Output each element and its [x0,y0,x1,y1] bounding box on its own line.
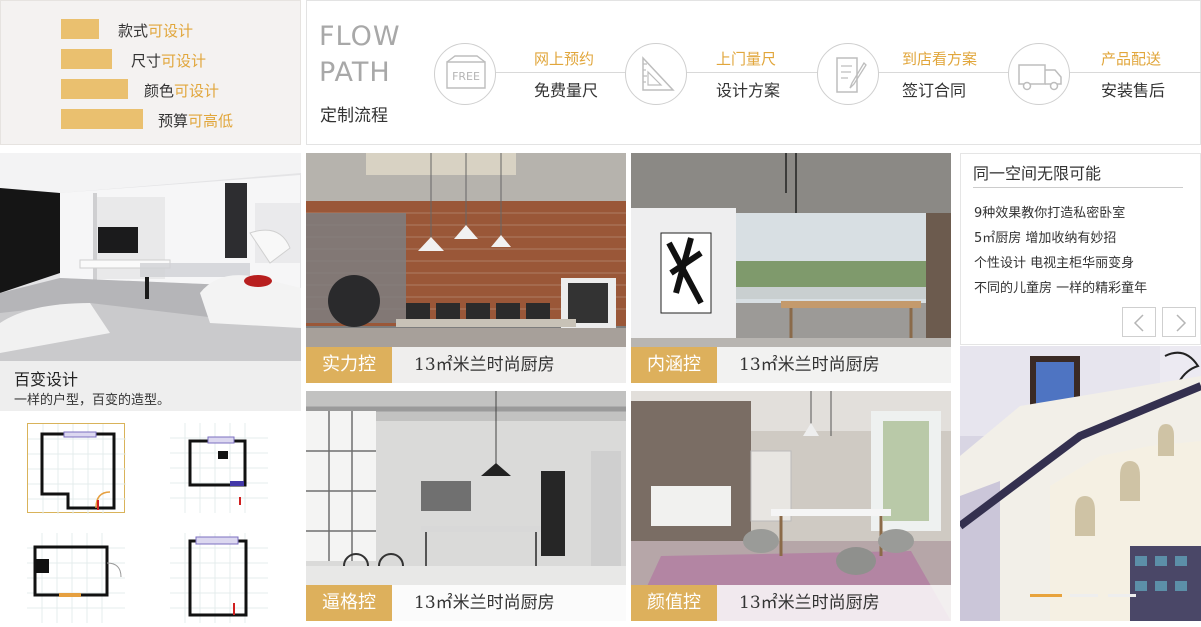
feature-label: 预算 [158,112,189,130]
article-link[interactable]: 9种效果教你打造私密卧室 [974,202,1125,221]
flow-step-3-top: 到店看方案 [902,50,978,68]
kitchen-tile-4[interactable]: 颜值控 13㎡米兰时尚厨房 [631,391,951,621]
carousel-dot-active[interactable] [1030,594,1062,597]
tile-title: 13㎡米兰时尚厨房 [739,355,880,375]
flow-title-line1: FLOW [319,21,401,52]
tile-tag: 实力控 [306,347,392,383]
tile-tag: 内涵控 [631,347,717,383]
flow-step-2-bottom: 设计方案 [716,81,781,100]
flow-step-4-top: 产品配送 [1101,50,1162,68]
custom-flow-panel: FLOW PATH 定制流程 FREE 网上预约 免费量尺 上门量尺 设计方案 … [306,0,1201,145]
variety-design-caption: 百变设计 一样的户型，百变的造型。 [0,361,301,411]
variety-description: 一样的户型，百变的造型。 [14,393,171,408]
space-title: 同一空间无限可能 [973,164,1102,183]
feature-bar [61,79,128,99]
article-link[interactable]: 个性设计 电视主柜华丽变身 [974,252,1134,271]
feature-text: 款式可设计 [118,20,193,41]
next-arrow-button[interactable] [1162,307,1196,337]
free-badge-icon: FREE [434,43,496,105]
feature-row-budget: 预算可高低 [1,109,301,131]
floor-plan-thumb-1[interactable] [27,423,126,514]
delivery-truck-icon [1008,43,1070,105]
staircase-photo[interactable] [960,346,1201,621]
feature-label: 尺寸 [131,52,162,70]
flow-subtitle: 定制流程 [320,106,388,126]
carousel-dot[interactable] [1108,594,1136,597]
carousel-dot[interactable] [1070,594,1098,597]
variety-title: 百变设计 [14,370,79,389]
kitchen-tile-1[interactable]: 实力控 13㎡米兰时尚厨房 [306,153,626,383]
chevron-left-icon [1133,314,1144,332]
flow-step-3-bottom: 签订合同 [902,81,967,100]
article-link[interactable]: 不同的儿童房 一样的精彩童年 [974,277,1147,296]
feature-row-style: 款式可设计 [1,19,301,41]
tile-tag: 逼格控 [306,585,392,621]
feature-highlight: 可高低 [188,112,234,130]
feature-label: 颜色 [144,82,175,100]
contract-pen-icon [817,43,879,105]
feature-text: 颜色可设计 [144,80,219,101]
flow-step-4-bottom: 安装售后 [1101,81,1166,100]
ruler-triangle-icon [625,43,687,105]
feature-row-color: 颜色可设计 [1,79,301,101]
floor-plan-thumb-3[interactable] [27,533,125,623]
feature-highlight: 可设计 [148,22,194,40]
flow-step-2-top: 上门量尺 [716,50,777,68]
space-possibilities-box: 同一空间无限可能 9种效果教你打造私密卧室 5㎡厨房 增加收纳有妙招 个性设计 … [960,153,1201,345]
free-badge-text: FREE [452,70,480,83]
flow-step-1-top: 网上预约 [534,50,595,68]
chevron-right-icon [1176,314,1187,332]
flow-title-line2: PATH [319,57,391,88]
flow-step-1-bottom: 免费量尺 [534,81,599,100]
tile-title: 13㎡米兰时尚厨房 [414,355,555,375]
feature-text: 预算可高低 [158,110,233,131]
feature-highlight: 可设计 [174,82,220,100]
feature-highlights-panel: 款式可设计 尺寸可设计 颜色可设计 预算可高低 [0,0,301,145]
tile-title: 13㎡米兰时尚厨房 [414,593,555,613]
feature-highlight: 可设计 [161,52,207,70]
feature-row-size: 尺寸可设计 [1,49,301,71]
feature-label: 款式 [118,22,149,40]
living-room-photo[interactable] [0,153,301,361]
title-divider [973,187,1183,188]
tile-title: 13㎡米兰时尚厨房 [739,593,880,613]
floor-plan-thumb-4[interactable] [170,533,268,623]
feature-text: 尺寸可设计 [131,50,206,71]
kitchen-tile-3[interactable]: 逼格控 13㎡米兰时尚厨房 [306,391,626,621]
feature-bar [61,109,143,129]
prev-arrow-button[interactable] [1122,307,1156,337]
article-link[interactable]: 5㎡厨房 增加收纳有妙招 [974,227,1116,246]
kitchen-tile-2[interactable]: 内涵控 13㎡米兰时尚厨房 [631,153,951,383]
tile-tag: 颜值控 [631,585,717,621]
feature-bar [61,49,112,69]
floor-plan-thumb-2[interactable] [170,423,268,513]
feature-bar [61,19,99,39]
